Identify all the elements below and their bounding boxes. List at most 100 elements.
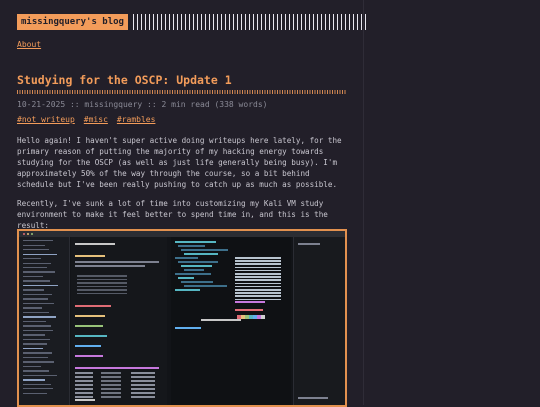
text-line [235,269,281,272]
text-line [131,388,155,390]
tree-row [23,249,49,251]
tag-link[interactable]: #rambles [117,115,156,124]
text-line [101,376,121,378]
text-line [235,295,281,297]
tree-row [23,275,43,278]
text-line [101,384,121,386]
tree-row [23,370,49,372]
color-swatch [261,315,265,319]
title-underline [17,90,347,94]
text-line [75,243,115,245]
text-line [75,380,93,382]
tree-row [23,338,50,341]
tree-row [23,293,52,296]
text-line [77,282,127,284]
text-line [131,376,155,378]
post-meta: 10-21-2025 :: missingquery :: 2 min read… [17,100,268,109]
text-line [75,392,93,394]
post-title[interactable]: Studying for the OSCP: Update 1 [17,73,232,87]
text-line [235,260,281,262]
text-line [184,269,204,271]
post-paragraph: Recently, I've sunk a lot of time into c… [17,199,328,230]
tree-row [23,284,58,287]
text-line [184,253,219,255]
text-line [131,372,155,374]
text-line [75,325,103,327]
text-line [201,319,241,321]
tree-row [23,267,47,269]
tree-row [23,383,51,385]
tree-row [23,379,45,381]
text-line [75,399,95,401]
text-line [235,301,265,303]
text-line [235,263,281,265]
tree-row [23,392,47,394]
text-line [77,275,127,277]
text-line [75,384,93,386]
tree-row [23,280,50,282]
text-line [235,279,281,281]
text-line [235,282,281,285]
page-divider [363,0,364,405]
nav-about-link[interactable]: About [17,40,41,49]
text-line [75,345,101,347]
text-line [181,265,212,267]
text-line [77,289,127,291]
text-line [75,355,103,357]
tree-row [23,325,51,327]
tree-row [23,262,51,264]
site-logo[interactable]: missingquery's blog [17,14,128,30]
text-line [181,281,214,283]
text-line [235,266,281,269]
text-line [75,305,111,307]
tree-row [23,374,57,377]
tree-row [23,352,52,354]
text-line [235,289,281,291]
post-tags: #not writeup #misc #rambles [17,115,155,124]
text-line [75,255,105,257]
tree-row [23,356,48,359]
tree-row [23,343,47,345]
post-paragraph: Hello again! I haven't super active doin… [17,136,342,189]
text-line [298,243,320,245]
text-line [101,380,121,382]
text-line [178,277,195,279]
tree-row [23,271,55,273]
text-line [175,241,217,243]
text-line [235,298,281,301]
text-line [235,276,281,278]
text-line [175,257,199,259]
tree-row [23,289,44,291]
text-line [175,327,201,329]
text-line [77,278,127,280]
site-header: missingquery's blog [17,14,369,30]
tree-row [23,302,54,305]
text-line [75,367,159,369]
screenshot-editor-pane [171,237,291,405]
text-line [101,392,121,394]
tag-link[interactable]: #not writeup [17,115,75,124]
tree-row [23,311,49,314]
text-line [235,285,281,288]
text-line [101,396,121,398]
tree-row [23,307,42,309]
text-line [101,372,121,374]
text-line [75,265,145,267]
text-line [235,257,281,259]
tag-link[interactable]: #misc [84,115,108,124]
text-line [175,289,201,291]
text-line [75,376,93,378]
text-line [75,315,105,317]
text-line [178,261,218,263]
text-line [235,292,281,294]
text-line [235,273,281,275]
tree-row [23,365,41,368]
text-line [77,292,127,294]
tree-row [23,240,53,242]
text-line [181,249,228,251]
text-line [77,285,127,287]
logo-decoration [132,14,369,30]
text-line [175,273,211,275]
text-line [75,372,93,374]
text-line [131,396,155,398]
